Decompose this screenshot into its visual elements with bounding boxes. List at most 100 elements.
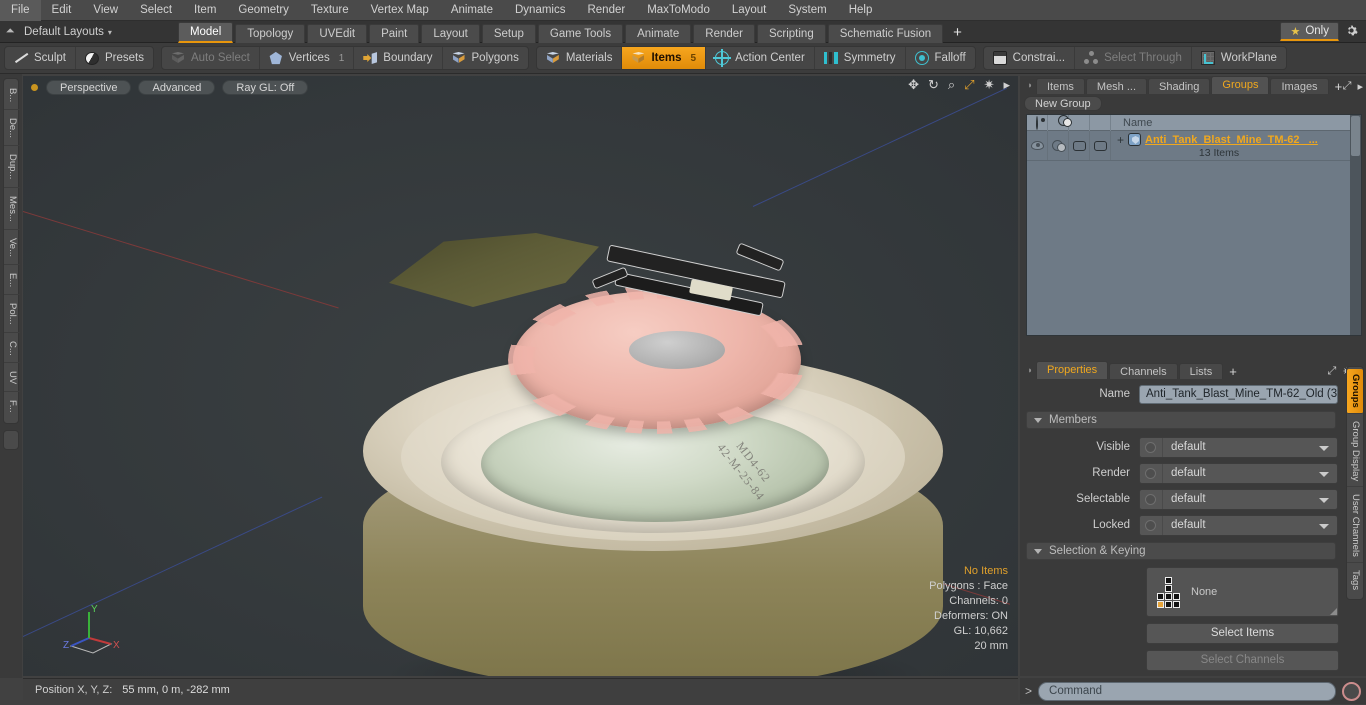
- only-toggle-button[interactable]: ★ Only: [1280, 22, 1339, 41]
- left-tab-polygon[interactable]: Pol...: [4, 296, 20, 333]
- expander-icon[interactable]: +: [1117, 133, 1124, 147]
- new-group-button[interactable]: New Group: [1024, 96, 1102, 111]
- tab-schematic-fusion[interactable]: Schematic Fusion: [827, 23, 944, 43]
- action-center-button[interactable]: Action Center: [706, 47, 815, 69]
- left-tab-edge[interactable]: E...: [4, 266, 20, 295]
- expand-arrow-icon[interactable]: ▸: [1003, 78, 1010, 92]
- channel-ball-icon[interactable]: [1145, 493, 1156, 505]
- tab-properties[interactable]: Properties: [1036, 361, 1109, 379]
- panel-menu-dot-icon[interactable]: ◗: [1024, 76, 1036, 94]
- tab-mesh[interactable]: Mesh ...: [1085, 78, 1148, 94]
- constrain-button[interactable]: Constrai...: [984, 47, 1076, 69]
- tab-scripting[interactable]: Scripting: [756, 23, 826, 43]
- group-list-scrollbar[interactable]: [1350, 115, 1361, 335]
- presets-button[interactable]: Presets: [76, 47, 153, 69]
- expand-icon[interactable]: ⤢: [1343, 80, 1352, 93]
- select-items-button[interactable]: Select Items: [1146, 623, 1339, 644]
- gear-icon[interactable]: [1339, 24, 1363, 40]
- menu-item-help[interactable]: Help: [838, 0, 884, 21]
- menu-item-system[interactable]: System: [777, 0, 837, 21]
- 3d-viewport[interactable]: MD4-62 42-M-25-84 Perspective Advanced R…: [23, 76, 1018, 676]
- row-locked-toggle[interactable]: [1090, 131, 1111, 160]
- symmetry-button[interactable]: Symmetry: [815, 47, 906, 69]
- row-visible-toggle[interactable]: [1027, 131, 1048, 160]
- channel-ball-icon[interactable]: [1145, 467, 1156, 479]
- left-tab-mesh[interactable]: Mes...: [4, 189, 20, 230]
- menu-item-item[interactable]: Item: [183, 0, 227, 21]
- tab-uvedit[interactable]: UVEdit: [307, 23, 368, 43]
- tab-topology[interactable]: Topology: [235, 23, 306, 43]
- tab-render[interactable]: Render: [693, 23, 755, 43]
- polygons-button[interactable]: Polygons: [443, 47, 528, 69]
- menu-item-view[interactable]: View: [82, 0, 129, 21]
- menu-item-geometry[interactable]: Geometry: [227, 0, 300, 21]
- rotate-icon[interactable]: ↻: [928, 78, 939, 92]
- fit-icon[interactable]: ⤢: [964, 78, 974, 92]
- properties-menu-dot-icon[interactable]: ◗: [1024, 361, 1036, 379]
- menu-item-render[interactable]: Render: [576, 0, 636, 21]
- boundary-button[interactable]: Boundary: [354, 47, 443, 69]
- selectable-dropdown[interactable]: default: [1139, 488, 1338, 510]
- table-row[interactable]: + Anti_Tank_Blast_Mine_TM-62_ ... 13 Ite…: [1027, 131, 1361, 161]
- menu-item-layout[interactable]: Layout: [721, 0, 778, 21]
- record-icon[interactable]: [1342, 681, 1361, 701]
- workplane-button[interactable]: WorkPlane: [1192, 47, 1286, 69]
- left-tab-basic[interactable]: B...: [4, 81, 20, 111]
- gear-icon[interactable]: ✷: [984, 78, 995, 92]
- viewport-raygl-button[interactable]: Ray GL: Off: [222, 79, 309, 95]
- row-name-cell[interactable]: + Anti_Tank_Blast_Mine_TM-62_ ... 13 Ite…: [1111, 131, 1361, 160]
- left-tab-extra[interactable]: [3, 430, 19, 451]
- channel-ball-icon[interactable]: [1145, 441, 1156, 453]
- tab-game-tools[interactable]: Game Tools: [537, 23, 624, 43]
- tab-items[interactable]: Items: [1036, 78, 1085, 94]
- tab-paint[interactable]: Paint: [369, 23, 420, 43]
- row-render-toggle[interactable]: [1048, 131, 1069, 160]
- menu-item-vertex-map[interactable]: Vertex Map: [360, 0, 440, 21]
- add-properties-tab-button[interactable]: +: [1224, 364, 1242, 379]
- name-field[interactable]: Anti_Tank_Blast_Mine_TM-62_Old (3): [1139, 384, 1338, 404]
- items-button[interactable]: Items 5: [622, 47, 707, 69]
- tab-groups[interactable]: Groups: [1211, 76, 1270, 94]
- side-tab-group-display[interactable]: Group Display: [1347, 416, 1363, 487]
- left-tab-vertex[interactable]: Ve...: [4, 231, 20, 265]
- keying-set-field[interactable]: None: [1146, 567, 1339, 617]
- menu-item-edit[interactable]: Edit: [41, 0, 83, 21]
- left-tab-fusion[interactable]: F...: [4, 393, 20, 420]
- zoom-icon[interactable]: ⌕: [948, 78, 955, 92]
- vertices-button[interactable]: Vertices 1: [260, 47, 355, 69]
- left-tab-curve[interactable]: C...: [4, 334, 20, 364]
- tab-channels[interactable]: Channels: [1109, 363, 1178, 379]
- expand-icon[interactable]: ⤢: [1327, 365, 1336, 378]
- tab-shading[interactable]: Shading: [1148, 78, 1211, 94]
- menu-item-file[interactable]: File: [0, 0, 41, 21]
- viewport-indicator[interactable]: [31, 83, 38, 91]
- side-tab-tags[interactable]: Tags: [1347, 565, 1363, 595]
- left-tab-duplicate[interactable]: Dup...: [4, 147, 20, 188]
- visible-dropdown[interactable]: default: [1139, 436, 1338, 458]
- menu-item-texture[interactable]: Texture: [300, 0, 360, 21]
- viewport-advanced-button[interactable]: Advanced: [138, 79, 216, 95]
- add-tab-button[interactable]: +: [945, 24, 970, 43]
- menu-item-animate[interactable]: Animate: [440, 0, 504, 21]
- tab-setup[interactable]: Setup: [481, 23, 536, 43]
- row-selectable-toggle[interactable]: [1069, 131, 1090, 160]
- command-input[interactable]: Command: [1038, 681, 1336, 701]
- falloff-button[interactable]: Falloff: [906, 47, 975, 69]
- expand-arrow-icon[interactable]: ▸: [1357, 80, 1363, 93]
- sculpt-button[interactable]: Sculpt: [5, 47, 76, 69]
- viewport-perspective-button[interactable]: Perspective: [46, 79, 132, 95]
- locked-dropdown[interactable]: default: [1139, 514, 1338, 536]
- menu-item-dynamics[interactable]: Dynamics: [504, 0, 576, 21]
- menu-item-maxtomodo[interactable]: MaxToModo: [636, 0, 721, 21]
- home-icon[interactable]: ⏶: [0, 25, 20, 38]
- materials-button[interactable]: Materials: [537, 47, 623, 69]
- menu-item-select[interactable]: Select: [129, 0, 183, 21]
- tab-images[interactable]: Images: [1270, 78, 1329, 94]
- select-through-button[interactable]: Select Through: [1075, 47, 1192, 69]
- tab-layout[interactable]: Layout: [421, 23, 480, 43]
- tab-animate[interactable]: Animate: [625, 23, 692, 43]
- tab-model[interactable]: Model: [177, 21, 234, 43]
- members-section-header[interactable]: Members: [1026, 411, 1336, 429]
- selection-keying-section-header[interactable]: Selection & Keying: [1026, 542, 1336, 560]
- layout-selector[interactable]: Default Layouts ▾: [20, 26, 118, 38]
